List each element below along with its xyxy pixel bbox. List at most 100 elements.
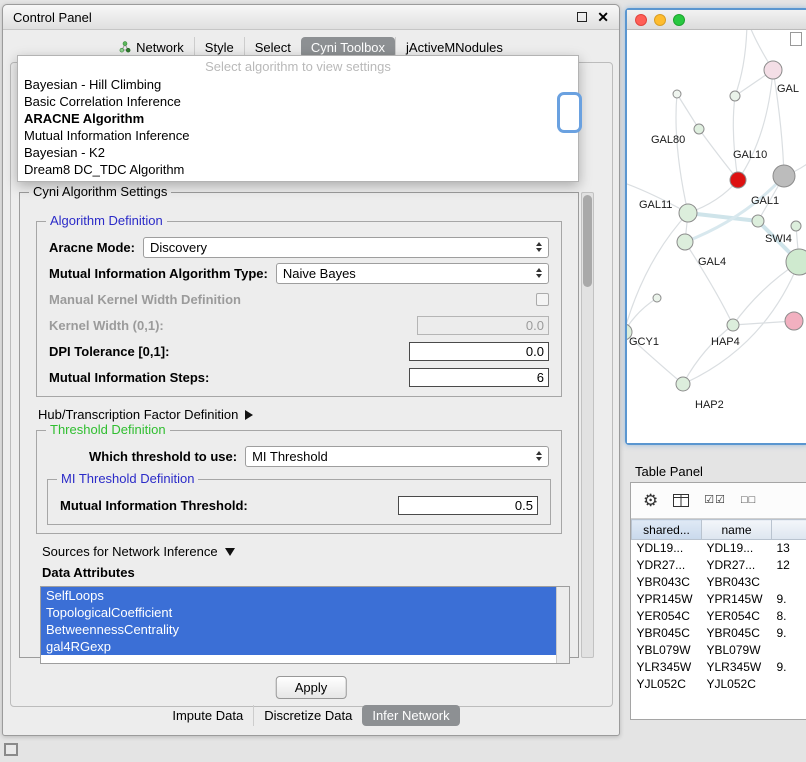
table-row[interactable]: YBL079WYBL079W [632, 642, 806, 659]
network-node[interactable] [752, 215, 764, 227]
hub-definition-expander[interactable]: Hub/Transcription Factor Definition [38, 407, 566, 422]
network-node[interactable] [677, 234, 693, 250]
network-edge[interactable] [677, 94, 699, 129]
network-node[interactable] [730, 172, 746, 188]
table-cell[interactable]: YBR043C [632, 574, 702, 591]
network-node[interactable] [673, 90, 681, 98]
table-row[interactable]: YDL19...YDL19...13 [632, 540, 806, 557]
table-row[interactable]: YER054CYER054C8. [632, 608, 806, 625]
table-row[interactable]: YPR145WYPR145W9. [632, 591, 806, 608]
network-canvas[interactable]: GALGAL80GAL10GAL11GAL1SWI4GAL4GCY1HAP4HA… [627, 30, 806, 443]
table-row[interactable]: YBR043CYBR043C [632, 574, 806, 591]
network-node[interactable] [764, 61, 782, 79]
table-cell[interactable]: YJL052C [702, 676, 772, 693]
attribute-item-gal4rgexp[interactable]: gal4RGexp [41, 638, 557, 655]
network-node[interactable] [653, 294, 661, 302]
algorithm-option-mutual-information-inference[interactable]: Mutual Information Inference [18, 127, 578, 144]
mi-threshold-input[interactable] [398, 496, 538, 515]
network-edge[interactable] [683, 325, 733, 384]
table-cell[interactable]: YDL19... [632, 540, 702, 557]
aracne-mode-select[interactable]: Discovery [143, 237, 549, 258]
attribute-item-topologicalcoefficient[interactable]: TopologicalCoefficient [41, 604, 557, 621]
network-edge[interactable] [627, 213, 688, 332]
network-edge[interactable] [688, 213, 758, 221]
which-threshold-select[interactable]: MI Threshold [245, 446, 549, 467]
table-cell[interactable]: YJL052C [632, 676, 702, 693]
network-edge[interactable] [685, 242, 733, 325]
mi-steps-input[interactable] [409, 368, 549, 387]
table-cell[interactable]: YPR145W [702, 591, 772, 608]
columns-icon[interactable] [673, 494, 689, 507]
network-node[interactable] [791, 221, 801, 231]
table-row[interactable]: YJL052CYJL052C [632, 676, 806, 693]
table-row[interactable]: YBR045CYBR045C9. [632, 625, 806, 642]
network-edge[interactable] [627, 298, 657, 332]
sources-expander[interactable]: Sources for Network Inference [42, 544, 566, 559]
gear-icon[interactable]: ⚙ [643, 492, 658, 509]
control-panel-titlebar[interactable]: Control Panel ✕ [3, 5, 619, 30]
table-cell[interactable]: YER054C [702, 608, 772, 625]
tab-discretize-data[interactable]: Discretize Data [253, 705, 362, 726]
network-node[interactable] [785, 312, 803, 330]
tab-infer-network[interactable]: Infer Network [362, 705, 459, 726]
network-graph[interactable]: GALGAL80GAL10GAL11GAL1SWI4GAL4GCY1HAP4HA… [627, 30, 806, 443]
table-row[interactable]: YDR27...YDR27...12 [632, 557, 806, 574]
table-cell[interactable]: YBR043C [702, 574, 772, 591]
algorithm-option-basic-correlation-inference[interactable]: Basic Correlation Inference [18, 93, 578, 110]
table-cell[interactable]: YDL19... [702, 540, 772, 557]
table-cell[interactable]: YLR345W [632, 659, 702, 676]
network-node[interactable] [730, 91, 740, 101]
table-cell[interactable] [772, 642, 806, 659]
select-all-checkboxes-icon[interactable]: ☑☑ [704, 492, 726, 509]
network-edge[interactable] [676, 94, 688, 213]
table-cell[interactable] [772, 574, 806, 591]
table-cell[interactable]: 9. [772, 625, 806, 642]
dpi-tolerance-input[interactable] [409, 342, 549, 361]
table-cell[interactable]: YBL079W [632, 642, 702, 659]
network-edge[interactable] [733, 96, 738, 180]
table-cell[interactable]: 9. [772, 659, 806, 676]
algorithm-option-aracne-algorithm[interactable]: ARACNE Algorithm [18, 110, 578, 127]
table-cell[interactable]: YDR27... [702, 557, 772, 574]
minimize-traffic-light-icon[interactable] [654, 14, 666, 26]
close-window-icon[interactable]: ✕ [597, 11, 609, 23]
network-edge[interactable] [738, 70, 773, 180]
network-window-titlebar[interactable] [627, 10, 806, 30]
table-row[interactable]: YLR345WYLR345W9. [632, 659, 806, 676]
column-header-name[interactable]: name [702, 520, 772, 540]
tab-impute-data[interactable]: Impute Data [162, 705, 253, 726]
kernel-width-input[interactable] [417, 316, 549, 335]
manual-kernel-checkbox[interactable] [536, 293, 549, 306]
table-cell[interactable]: YPR145W [632, 591, 702, 608]
table-cell[interactable]: 12 [772, 557, 806, 574]
close-traffic-light-icon[interactable] [635, 14, 647, 26]
network-node[interactable] [773, 165, 795, 187]
column-header-extra[interactable] [772, 520, 806, 540]
network-node[interactable] [694, 124, 704, 134]
table-cell[interactable]: YLR345W [702, 659, 772, 676]
table-cell[interactable] [772, 676, 806, 693]
float-window-icon[interactable] [577, 12, 587, 22]
mi-type-select[interactable]: Naive Bayes [276, 263, 549, 284]
table-cell[interactable]: YER054C [632, 608, 702, 625]
collapse-down-icon[interactable] [225, 548, 235, 556]
canvas-corner-box[interactable] [790, 32, 802, 46]
table-cell[interactable]: YBR045C [702, 625, 772, 642]
algorithm-option-dream8-dc-tdc-algorithm[interactable]: Dream8 DC_TDC Algorithm [18, 161, 578, 178]
network-edge[interactable] [683, 262, 799, 384]
table-cell[interactable]: 8. [772, 608, 806, 625]
table-cell[interactable]: 9. [772, 591, 806, 608]
network-node[interactable] [676, 377, 690, 391]
settings-scrollbar-thumb[interactable] [583, 195, 592, 287]
column-header-shared[interactable]: shared... [632, 520, 702, 540]
zoom-traffic-light-icon[interactable] [673, 14, 685, 26]
network-node[interactable] [679, 204, 697, 222]
apply-button[interactable]: Apply [276, 676, 347, 699]
settings-scrollbar[interactable] [581, 192, 594, 658]
deselect-all-checkboxes-icon[interactable]: □□ [741, 492, 756, 509]
network-edge[interactable] [735, 30, 747, 96]
table-cell[interactable]: YBL079W [702, 642, 772, 659]
attribute-item-betweennesscentrality[interactable]: BetweennessCentrality [41, 621, 557, 638]
network-node[interactable] [727, 319, 739, 331]
focused-control-fragment[interactable] [557, 92, 582, 133]
